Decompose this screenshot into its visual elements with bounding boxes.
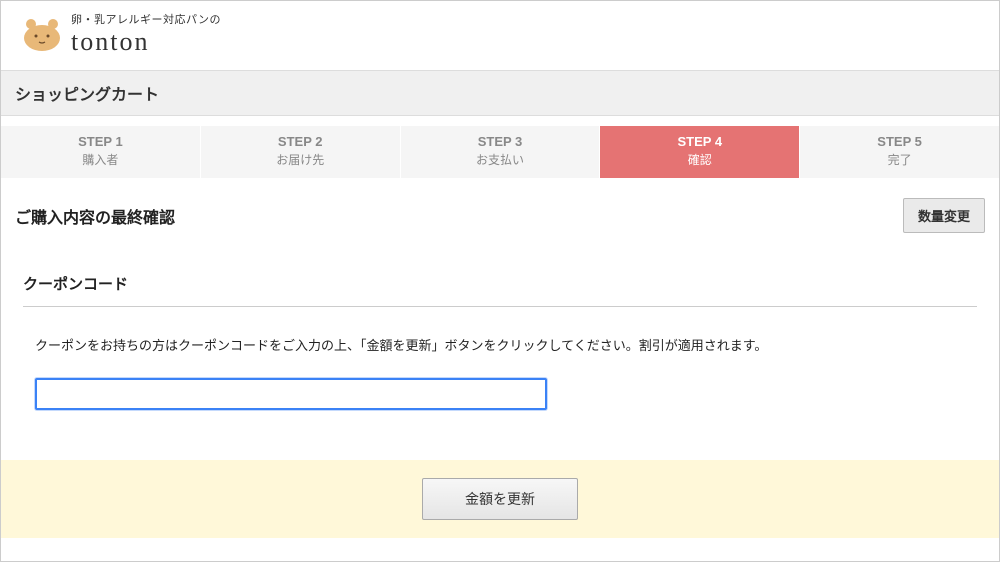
step-number: STEP 3 bbox=[401, 134, 600, 149]
logo-tagline: 卵・乳アレルギー対応パンの bbox=[71, 11, 221, 27]
confirmation-title: ご購入内容の最終確認 bbox=[15, 204, 175, 228]
coupon-section: クーポンコード クーポンをお持ちの方はクーポンコードをご入力の上、「金額を更新」… bbox=[15, 261, 985, 410]
confirmation-header: ご購入内容の最終確認 数量変更 bbox=[15, 198, 985, 233]
logo[interactable]: 卵・乳アレルギー対応パンの tonton bbox=[21, 11, 221, 55]
coupon-code-input[interactable] bbox=[35, 378, 547, 410]
step-4-confirm: STEP 4 確認 bbox=[600, 126, 800, 178]
step-label: 完了 bbox=[800, 151, 999, 168]
step-label: 購入者 bbox=[1, 151, 200, 168]
step-number: STEP 2 bbox=[201, 134, 400, 149]
quantity-change-button[interactable]: 数量変更 bbox=[903, 198, 985, 233]
step-label: 確認 bbox=[600, 151, 799, 168]
step-label: お支払い bbox=[401, 151, 600, 168]
coupon-instruction: クーポンをお持ちの方はクーポンコードをご入力の上、「金額を更新」ボタンをクリック… bbox=[35, 335, 977, 354]
step-5-complete: STEP 5 完了 bbox=[800, 126, 999, 178]
step-number: STEP 5 bbox=[800, 134, 999, 149]
header: 卵・乳アレルギー対応パンの tonton bbox=[1, 1, 999, 70]
step-number: STEP 1 bbox=[1, 134, 200, 149]
content: ご購入内容の最終確認 数量変更 クーポンコード クーポンをお持ちの方はクーポンコ… bbox=[1, 178, 999, 410]
coupon-title: クーポンコード bbox=[23, 273, 977, 307]
logo-text: 卵・乳アレルギー対応パンの tonton bbox=[71, 11, 221, 55]
step-label: お届け先 bbox=[201, 151, 400, 168]
coupon-input-wrap bbox=[35, 378, 977, 410]
step-3-payment: STEP 3 お支払い bbox=[401, 126, 601, 178]
logo-brand-name: tonton bbox=[71, 29, 221, 55]
step-1-purchaser: STEP 1 購入者 bbox=[1, 126, 201, 178]
logo-icon bbox=[21, 14, 63, 52]
update-amount-bar: 金額を更新 bbox=[1, 460, 999, 538]
step-number: STEP 4 bbox=[600, 134, 799, 149]
update-amount-button[interactable]: 金額を更新 bbox=[422, 478, 578, 520]
steps-indicator: STEP 1 購入者 STEP 2 お届け先 STEP 3 お支払い STEP … bbox=[1, 126, 999, 178]
step-2-delivery: STEP 2 お届け先 bbox=[201, 126, 401, 178]
page-title: ショッピングカート bbox=[1, 70, 999, 116]
